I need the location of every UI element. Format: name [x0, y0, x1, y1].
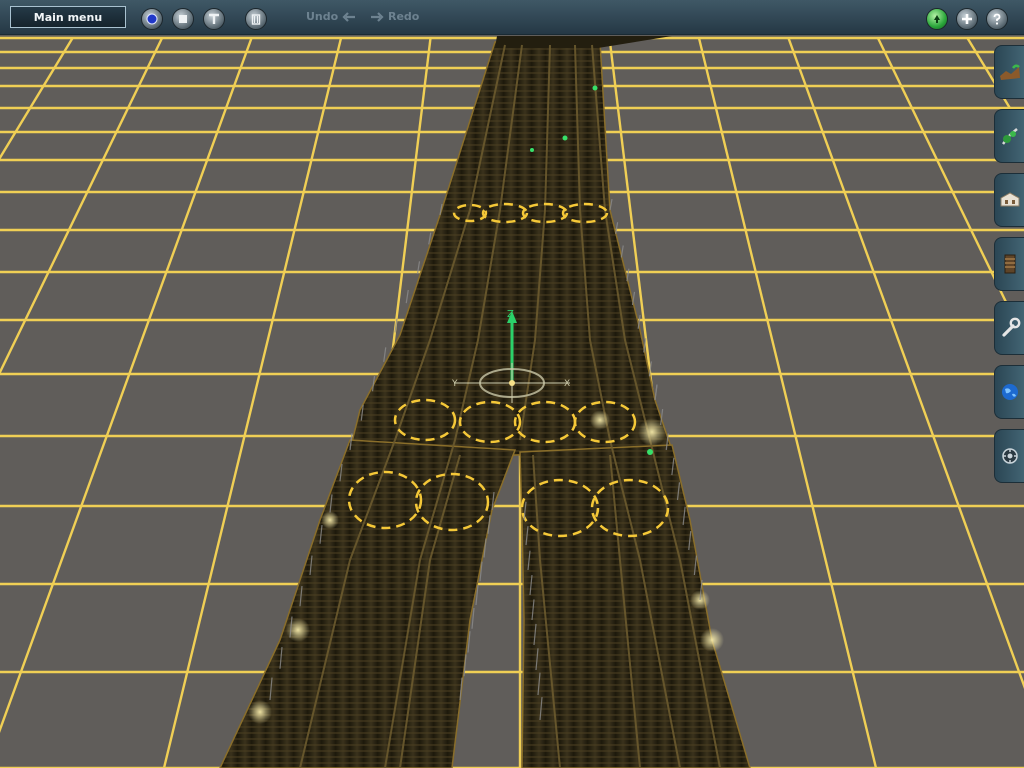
arrow-right-icon — [371, 11, 384, 22]
stop-button[interactable] — [172, 8, 194, 30]
delete-button[interactable] — [245, 8, 267, 30]
tools-tab[interactable] — [994, 301, 1024, 355]
globe-icon — [1001, 384, 1018, 400]
gizmo-x-label: X — [564, 379, 570, 389]
gizmo-y-label: Y — [451, 379, 458, 389]
arrow-left-icon — [342, 11, 356, 22]
terrain-tab[interactable] — [994, 45, 1024, 99]
track-icon — [1004, 254, 1015, 274]
t-shape-icon — [209, 13, 219, 24]
question-icon — [993, 13, 1001, 25]
redo-label: Redo — [388, 10, 420, 23]
top-toolbar: Main menu Undo Redo — [0, 0, 1024, 35]
3d-viewport[interactable]: Z X Y — [0, 0, 1024, 768]
help-button[interactable] — [986, 8, 1008, 30]
main-menu-button[interactable]: Main menu — [10, 6, 126, 28]
tree-icon — [1001, 128, 1018, 145]
gear-icon — [1001, 448, 1018, 464]
objects-tab[interactable] — [994, 173, 1024, 227]
square-icon — [179, 15, 187, 23]
undo-button[interactable]: Undo — [306, 10, 356, 23]
add-button[interactable] — [956, 8, 978, 30]
gizmo-z-label: Z — [507, 309, 514, 320]
settings-tab[interactable] — [994, 429, 1024, 483]
building-icon — [1000, 192, 1019, 207]
status-button[interactable] — [926, 8, 948, 30]
wrench-icon — [1001, 317, 1020, 337]
plus-icon — [962, 14, 972, 24]
undo-label: Undo — [306, 10, 339, 23]
trash-icon — [251, 14, 261, 25]
redo-button[interactable]: Redo — [370, 10, 419, 23]
camera-view-button[interactable] — [141, 8, 163, 30]
world-tab[interactable] — [994, 365, 1024, 419]
tools-button[interactable] — [203, 8, 225, 30]
scenery-tab[interactable] — [994, 109, 1024, 163]
terrain-icon — [999, 64, 1020, 80]
track-tab[interactable] — [994, 237, 1024, 291]
sphere-icon — [146, 13, 158, 25]
green-light-icon — [934, 15, 940, 23]
